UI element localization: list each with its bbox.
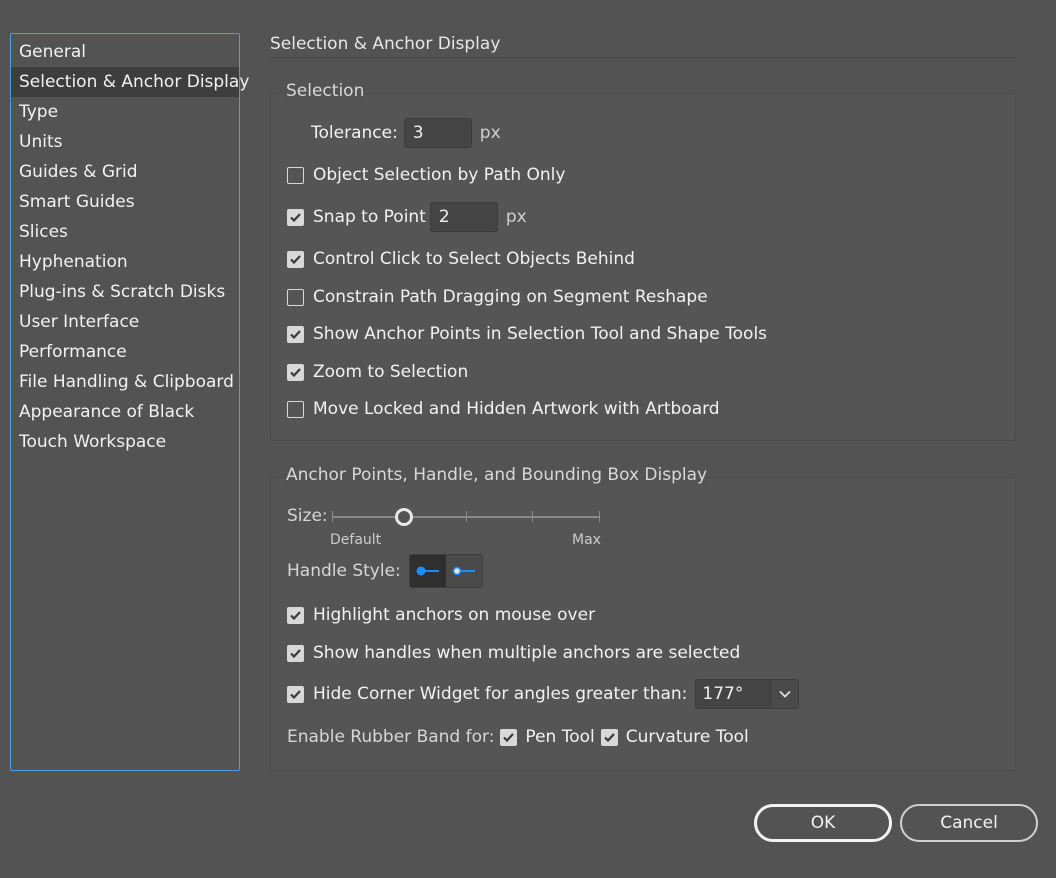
snap-to-point-checkbox[interactable] — [287, 208, 304, 226]
highlight-anchors-row[interactable]: Highlight anchors on mouse over — [287, 600, 595, 630]
show-anchor-points-label: Show Anchor Points in Selection Tool and… — [313, 324, 768, 344]
show-handles-label: Show handles when multiple anchors are s… — [313, 643, 741, 663]
tolerance-unit: px — [479, 123, 501, 143]
ok-button[interactable]: OK — [754, 804, 892, 842]
object-selection-by-path-label: Object Selection by Path Only — [313, 165, 566, 185]
cancel-button[interactable]: Cancel — [900, 804, 1038, 842]
anchor-display-group-legend: Anchor Points, Handle, and Bounding Box … — [285, 465, 709, 485]
checkmark-icon — [290, 689, 301, 699]
size-slider[interactable]: Default Max — [330, 502, 601, 548]
hide-corner-widget-row[interactable]: Hide Corner Widget for angles greater th… — [287, 679, 800, 709]
sidebar-item-user-interface[interactable]: User Interface — [11, 307, 239, 337]
handle-style-label: Handle Style: — [287, 561, 401, 581]
sidebar-item-guides-grid[interactable]: Guides & Grid — [11, 157, 239, 187]
tolerance-row: Tolerance: 3 px — [311, 118, 501, 148]
size-label: Size: — [287, 506, 328, 526]
checkmark-icon — [290, 254, 301, 264]
sidebar-item-smart-guides[interactable]: Smart Guides — [11, 187, 239, 217]
snap-to-point-row[interactable]: Snap to Point 2 px — [287, 202, 527, 232]
hide-corner-widget-checkbox[interactable] — [287, 685, 304, 703]
move-locked-label: Move Locked and Hidden Artwork with Artb… — [313, 399, 720, 419]
curvature-tool-checkbox[interactable] — [600, 728, 618, 746]
sidebar-item-appearance-of-black[interactable]: Appearance of Black — [11, 397, 239, 427]
sidebar-item-file-handling-clipboard[interactable]: File Handling & Clipboard — [11, 367, 239, 397]
snap-to-point-unit: px — [505, 207, 527, 227]
checkmark-icon — [290, 212, 301, 222]
checkmark-icon — [603, 732, 615, 742]
sidebar-item-units[interactable]: Units — [11, 127, 239, 157]
constrain-path-row[interactable]: Constrain Path Dragging on Segment Resha… — [287, 282, 708, 312]
constrain-path-checkbox[interactable] — [287, 288, 304, 306]
preferences-sidebar: General Selection & Anchor Display Type … — [10, 33, 249, 771]
checkmark-icon — [290, 648, 301, 658]
constrain-path-label: Constrain Path Dragging on Segment Resha… — [313, 287, 708, 307]
preferences-content: Selection & Anchor Display Selection Tol… — [270, 0, 1016, 800]
control-click-label: Control Click to Select Objects Behind — [313, 249, 635, 269]
chevron-down-icon[interactable] — [770, 680, 799, 708]
pen-tool-label: Pen Tool — [525, 727, 595, 747]
slider-tick — [532, 511, 533, 522]
snap-to-point-input[interactable]: 2 — [429, 202, 498, 232]
handle-style-toggle — [408, 554, 483, 588]
anchor-display-group: Anchor Points, Handle, and Bounding Box … — [270, 465, 1016, 771]
zoom-to-selection-label: Zoom to Selection — [313, 362, 469, 382]
slider-tick — [599, 511, 600, 522]
sidebar-item-plugins-scratch-disks[interactable]: Plug-ins & Scratch Disks — [11, 277, 239, 307]
move-locked-row[interactable]: Move Locked and Hidden Artwork with Artb… — [287, 394, 720, 424]
sidebar-list: General Selection & Anchor Display Type … — [11, 34, 249, 457]
handle-style-hollow-button[interactable] — [445, 555, 482, 587]
sidebar-item-selection-anchor-display[interactable]: Selection & Anchor Display — [11, 67, 249, 97]
control-click-row[interactable]: Control Click to Select Objects Behind — [287, 244, 635, 274]
handle-style-row: Handle Style: — [287, 554, 483, 588]
show-anchor-points-checkbox[interactable] — [287, 325, 304, 343]
page-title: Selection & Anchor Display — [270, 34, 501, 54]
show-handles-checkbox[interactable] — [287, 644, 304, 662]
tolerance-input[interactable]: 3 — [403, 118, 472, 148]
handle-style-solid-button[interactable] — [409, 555, 446, 587]
checkmark-icon — [290, 610, 301, 620]
zoom-to-selection-row[interactable]: Zoom to Selection — [287, 357, 468, 387]
size-slider-thumb[interactable] — [395, 508, 414, 526]
size-max-label: Max — [572, 532, 601, 548]
corner-angle-value[interactable]: 177° — [696, 680, 771, 708]
object-selection-by-path-checkbox[interactable] — [287, 166, 304, 184]
title-divider — [270, 57, 1016, 58]
control-click-checkbox[interactable] — [287, 250, 304, 268]
zoom-to-selection-checkbox[interactable] — [287, 363, 304, 381]
sidebar-item-slices[interactable]: Slices — [11, 217, 239, 247]
corner-angle-dropdown[interactable]: 177° — [695, 679, 800, 709]
object-selection-by-path-row[interactable]: Object Selection by Path Only — [287, 160, 565, 190]
show-handles-row[interactable]: Show handles when multiple anchors are s… — [287, 638, 740, 668]
handle-solid-icon — [416, 566, 439, 576]
size-min-label: Default — [330, 532, 382, 548]
curvature-tool-label: Curvature Tool — [625, 727, 749, 747]
move-locked-checkbox[interactable] — [287, 400, 304, 418]
rubber-band-row: Enable Rubber Band for: Pen Tool Curvatu… — [287, 722, 749, 752]
snap-to-point-label: Snap to Point — [313, 207, 426, 227]
hide-corner-widget-label: Hide Corner Widget for angles greater th… — [313, 684, 688, 704]
sidebar-item-hyphenation[interactable]: Hyphenation — [11, 247, 239, 277]
checkmark-icon — [290, 329, 301, 339]
sidebar-item-type[interactable]: Type — [11, 97, 239, 127]
pen-tool-checkbox[interactable] — [500, 728, 518, 746]
slider-tick — [466, 511, 467, 522]
checkmark-icon — [290, 367, 301, 377]
rubber-band-label: Enable Rubber Band for: — [287, 727, 495, 747]
sidebar-item-general[interactable]: General — [11, 37, 239, 67]
handle-hollow-icon — [452, 566, 475, 576]
selection-group-legend: Selection — [285, 81, 366, 101]
highlight-anchors-checkbox[interactable] — [287, 606, 304, 624]
sidebar-item-touch-workspace[interactable]: Touch Workspace — [11, 427, 239, 457]
highlight-anchors-label: Highlight anchors on mouse over — [313, 605, 596, 625]
tolerance-label: Tolerance: — [311, 123, 398, 143]
size-row: Size: Default Max — [287, 502, 647, 552]
sidebar-item-performance[interactable]: Performance — [11, 337, 239, 367]
show-anchor-points-row[interactable]: Show Anchor Points in Selection Tool and… — [287, 319, 767, 349]
slider-tick — [332, 511, 333, 522]
selection-group: Selection Tolerance: 3 px Object Selecti… — [270, 81, 1016, 441]
checkmark-icon — [503, 732, 515, 742]
